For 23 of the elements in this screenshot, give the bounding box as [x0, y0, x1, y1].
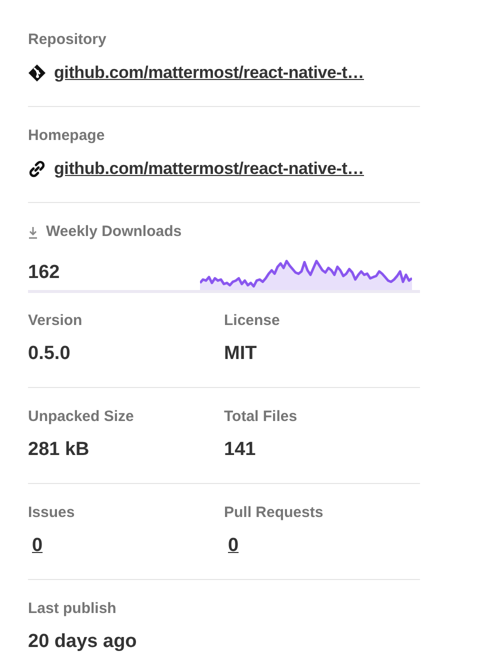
repository-link[interactable]: github.com/mattermost/react-native-t… [54, 156, 364, 182]
field-value: 281 kB [28, 438, 90, 462]
field-label: Pull Requests [224, 503, 324, 523]
field-value: 0.5.0 [28, 342, 72, 366]
field-label: Unpacked Size [28, 407, 135, 427]
field-value: MIT [224, 342, 258, 366]
count-link[interactable]: 0 [224, 533, 239, 559]
field-label: Weekly Downloads [46, 222, 182, 242]
field-label: Total Files [224, 407, 298, 427]
count-link[interactable]: 0 [28, 533, 43, 559]
link-icon [28, 160, 46, 178]
download-count: 162 [28, 261, 61, 285]
field-label: Last publish [28, 599, 118, 619]
download-icon [28, 226, 38, 238]
field-label: License [224, 311, 281, 331]
field-label: Issues [28, 503, 76, 523]
field-label: Version [28, 311, 84, 331]
field-value: 141 [224, 438, 257, 462]
field-label: Homepage [28, 126, 106, 146]
field-value: 20 days ago [28, 630, 138, 654]
git-icon [28, 64, 46, 82]
repository-link[interactable]: github.com/mattermost/react-native-t… [54, 60, 364, 86]
field-label: Repository [28, 30, 108, 50]
